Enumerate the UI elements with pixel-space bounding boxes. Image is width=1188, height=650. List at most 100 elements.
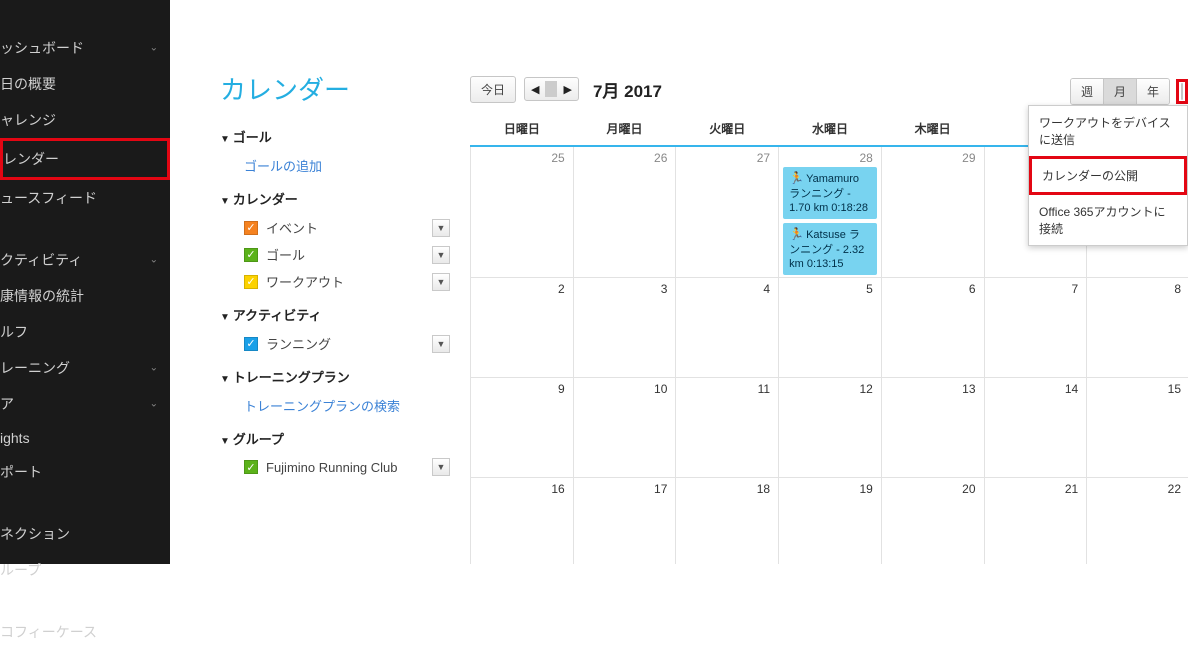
day-number: 19 [859, 482, 872, 496]
section-training[interactable]: トレーニングプラン [220, 357, 450, 392]
chevron-down-icon: ⌄ [150, 399, 158, 410]
calendar-cell[interactable]: 2 [471, 278, 574, 378]
calendar-cell[interactable]: 22 [1087, 478, 1188, 564]
calendar-cell[interactable]: 18 [676, 478, 779, 564]
view-month[interactable]: 月 [1104, 79, 1137, 104]
menu-item[interactable]: カレンダーの公開 [1029, 156, 1187, 195]
sidebar-item[interactable]: ュースフィード [0, 180, 170, 216]
checkbox[interactable]: ✓ [244, 460, 258, 474]
sidebar-item[interactable]: コフィーケース [0, 614, 170, 650]
day-number: 26 [654, 151, 667, 165]
menu-item[interactable]: Office 365アカウントに接続 [1029, 195, 1187, 245]
section-calendar[interactable]: カレンダー [220, 179, 450, 214]
sidebar-item[interactable]: ルフ [0, 314, 170, 350]
add-goal-link[interactable]: ゴールの追加 [220, 152, 450, 179]
section-activities[interactable]: アクティビティ [220, 295, 450, 330]
calendar-cell[interactable]: 28 🏃Yamamuro ランニング - 1.70 km 0:18:28🏃Kats… [779, 146, 882, 278]
sidebar-item[interactable]: ャレンジ [0, 102, 170, 138]
next-month-button[interactable]: ▶ [557, 83, 577, 96]
sidebar-item[interactable]: 康情報の統計 [0, 278, 170, 314]
training-plan-search-link[interactable]: トレーニングプランの検索 [220, 392, 450, 419]
sidebar-item[interactable]: ッシュボード⌄ [0, 30, 170, 66]
calendar-cell[interactable]: 14 [984, 378, 1087, 478]
calendar-cell[interactable]: 12 [779, 378, 882, 478]
sidebar-item[interactable]: ネクション [0, 516, 170, 552]
gear-highlight [1176, 79, 1188, 104]
sidebar-item[interactable]: 日の概要 [0, 66, 170, 102]
menu-item[interactable]: ワークアウトをデバイスに送信 [1029, 106, 1187, 156]
section-goals[interactable]: ゴール [220, 117, 450, 152]
sidebar-item[interactable]: クティビティ⌄ [0, 242, 170, 278]
filter-row: ✓ ワークアウト▼ [220, 268, 450, 295]
calendar-cell[interactable]: 26 [573, 146, 676, 278]
day-number: 4 [763, 282, 770, 296]
page-title: カレンダー [220, 70, 450, 107]
sidebar-item[interactable]: ights [0, 422, 170, 454]
calendar-cell[interactable]: 16 [471, 478, 574, 564]
day-number: 18 [757, 482, 770, 496]
view-week[interactable]: 週 [1071, 79, 1104, 104]
day-number: 2 [558, 282, 565, 296]
filter-row: ✓Fujimino Running Club▼ [220, 454, 450, 480]
day-number: 11 [758, 382, 770, 396]
chevron-down-icon: ⌄ [150, 43, 158, 54]
checkbox[interactable]: ✓ [244, 275, 258, 289]
day-number: 13 [962, 382, 975, 396]
calendar-cell[interactable]: 5 [779, 278, 882, 378]
filter-dropdown[interactable]: ▼ [432, 458, 450, 476]
filter-dropdown[interactable]: ▼ [432, 246, 450, 264]
runner-icon: 🏃 [789, 227, 804, 241]
calendar-cell[interactable]: 19 [779, 478, 882, 564]
sidebar-item[interactable]: ア⌄ [0, 386, 170, 422]
calendar-cell[interactable]: 8 [1087, 278, 1188, 378]
calendar-cell[interactable]: 9 [471, 378, 574, 478]
filter-dropdown[interactable]: ▼ [432, 335, 450, 353]
checkbox[interactable]: ✓ [244, 337, 258, 351]
calendar-cell[interactable]: 25 [471, 146, 574, 278]
day-number: 7 [1072, 282, 1079, 296]
view-year[interactable]: 年 [1137, 79, 1169, 104]
checkbox[interactable]: ✓ [244, 221, 258, 235]
calendar-cell[interactable]: 7 [984, 278, 1087, 378]
day-number: 17 [654, 482, 667, 496]
calendar-cell[interactable]: 29 [881, 146, 984, 278]
section-groups[interactable]: グループ [220, 419, 450, 454]
gear-icon[interactable] [1181, 83, 1183, 100]
filter-dropdown[interactable]: ▼ [432, 219, 450, 237]
calendar-cell[interactable]: 15 [1087, 378, 1188, 478]
sidebar-item[interactable]: レンダー [0, 138, 170, 180]
calendar-cell[interactable]: 4 [676, 278, 779, 378]
calendar-event[interactable]: 🏃Katsuse ランニング - 2.32 km 0:13:15 [783, 223, 877, 275]
runner-icon: 🏃 [789, 171, 804, 185]
filter-dropdown[interactable]: ▼ [432, 273, 450, 291]
checkbox[interactable]: ✓ [244, 248, 258, 262]
calendar-toolbar: 今日 ◀ ▶ 7月 2017 [470, 72, 1158, 106]
calendar-cell[interactable]: 11 [676, 378, 779, 478]
sidebar-item[interactable]: ループ [0, 552, 170, 588]
chevron-down-icon: ⌄ [150, 363, 158, 374]
calendar-cell[interactable]: 13 [881, 378, 984, 478]
calendar-cell[interactable]: 3 [573, 278, 676, 378]
filter-label: ランニング [266, 334, 432, 353]
calendar-cell[interactable]: 6 [881, 278, 984, 378]
today-button[interactable]: 今日 [470, 76, 516, 103]
calendar-options-menu: ワークアウトをデバイスに送信カレンダーの公開Office 365アカウントに接続 [1028, 105, 1188, 246]
calendar-event[interactable]: 🏃Yamamuro ランニング - 1.70 km 0:18:28 [783, 167, 877, 219]
calendar-cell[interactable]: 20 [881, 478, 984, 564]
sidebar: ッシュボード⌄日の概要ャレンジレンダーュースフィードクティビティ⌄康情報の統計ル… [0, 0, 170, 564]
sidebar-item[interactable]: レーニング⌄ [0, 350, 170, 386]
filter-label: イベント [266, 218, 432, 237]
calendar-cell[interactable]: 21 [984, 478, 1087, 564]
calendar-cell[interactable]: 27 [676, 146, 779, 278]
chevron-down-icon: ⌄ [150, 255, 158, 266]
day-number: 28 [859, 151, 872, 165]
calendar-cell[interactable]: 17 [573, 478, 676, 564]
calendar-month-title: 7月 2017 [593, 77, 662, 102]
filter-label: ワークアウト [266, 272, 432, 291]
month-nav: ◀ ▶ [524, 77, 579, 101]
day-number: 15 [1168, 382, 1181, 396]
sidebar-item[interactable]: ポート [0, 454, 170, 490]
calendar-cell[interactable]: 10 [573, 378, 676, 478]
day-header: 水曜日 [779, 112, 882, 146]
prev-month-button[interactable]: ◀ [525, 83, 545, 96]
